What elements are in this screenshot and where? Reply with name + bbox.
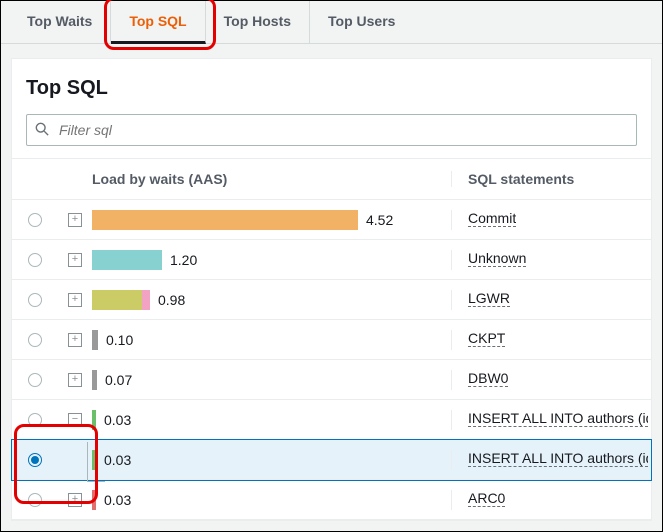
table-row: +0.03 ARC0 <box>12 480 651 520</box>
load-bar <box>92 490 96 510</box>
sql-statement[interactable]: ARC0 <box>468 490 505 507</box>
tab-top-users[interactable]: Top Users <box>310 1 413 43</box>
table-row: +0.98 LGWR <box>12 280 651 320</box>
content-panel: Top SQL Load by waits (AAS) SQL statemen… <box>11 58 652 521</box>
load-value: 0.10 <box>106 332 133 348</box>
expand-icon[interactable]: + <box>68 493 82 507</box>
row-radio[interactable] <box>28 213 42 227</box>
collapse-icon[interactable]: − <box>68 413 82 427</box>
load-value: 0.07 <box>105 372 132 388</box>
search-input[interactable] <box>26 114 637 146</box>
sql-statement[interactable]: Unknown <box>468 250 526 267</box>
load-bar <box>92 450 96 470</box>
row-radio[interactable] <box>28 453 42 467</box>
sql-statement[interactable]: LGWR <box>468 290 510 307</box>
row-radio[interactable] <box>28 373 42 387</box>
load-bar <box>92 250 162 270</box>
load-value: 0.03 <box>104 412 131 428</box>
tab-top-hosts[interactable]: Top Hosts <box>206 1 310 43</box>
table-body: +4.52 Commit +1.20 Unknown +0.98 LGWR +0.10 CKP… <box>12 200 651 520</box>
col-load-header: Load by waits (AAS) <box>92 171 451 187</box>
table-row: +1.20 Unknown <box>12 240 651 280</box>
expand-icon[interactable]: + <box>68 293 82 307</box>
load-value: 0.98 <box>158 292 185 308</box>
sql-statement[interactable]: INSERT ALL INTO authors (id <box>468 450 648 467</box>
row-radio[interactable] <box>28 253 42 267</box>
tabs-bar: Top WaitsTop SQLTop HostsTop Users <box>1 1 662 44</box>
tab-top-waits[interactable]: Top Waits <box>9 1 111 43</box>
page-title: Top SQL <box>12 59 651 106</box>
row-radio[interactable] <box>28 413 42 427</box>
expand-icon[interactable]: + <box>68 253 82 267</box>
row-radio[interactable] <box>28 293 42 307</box>
table-row: +0.10 CKPT <box>12 320 651 360</box>
expand-icon[interactable]: + <box>68 373 82 387</box>
load-bar <box>92 370 97 390</box>
tab-top-sql[interactable]: Top SQL <box>111 1 205 44</box>
load-value: 1.20 <box>170 252 197 268</box>
load-value: 0.03 <box>104 452 131 468</box>
sql-statement[interactable]: Commit <box>468 210 516 227</box>
expand-icon[interactable]: + <box>68 213 82 227</box>
expand-icon[interactable]: + <box>68 333 82 347</box>
load-value: 4.52 <box>366 212 393 228</box>
load-bar <box>92 410 96 430</box>
load-bar <box>92 330 98 350</box>
sql-statement[interactable]: INSERT ALL INTO authors (id <box>468 410 648 427</box>
search-wrapper <box>26 114 637 146</box>
table-header: Load by waits (AAS) SQL statements <box>12 158 651 200</box>
sql-statement[interactable]: DBW0 <box>468 370 508 387</box>
search-icon <box>35 122 49 136</box>
row-radio[interactable] <box>28 333 42 347</box>
col-sql-header: SQL statements <box>451 171 651 187</box>
sql-statement[interactable]: CKPT <box>468 330 505 347</box>
table-row: 0.03 INSERT ALL INTO authors (id <box>12 440 651 480</box>
table-row: − 0.03 INSERT ALL INTO authors (id <box>12 400 651 440</box>
load-bar <box>92 210 358 230</box>
table-row: +0.07 DBW0 <box>12 360 651 400</box>
table-row: +4.52 Commit <box>12 200 651 240</box>
row-radio[interactable] <box>28 493 42 507</box>
load-value: 0.03 <box>104 492 131 508</box>
load-bar <box>92 290 150 310</box>
